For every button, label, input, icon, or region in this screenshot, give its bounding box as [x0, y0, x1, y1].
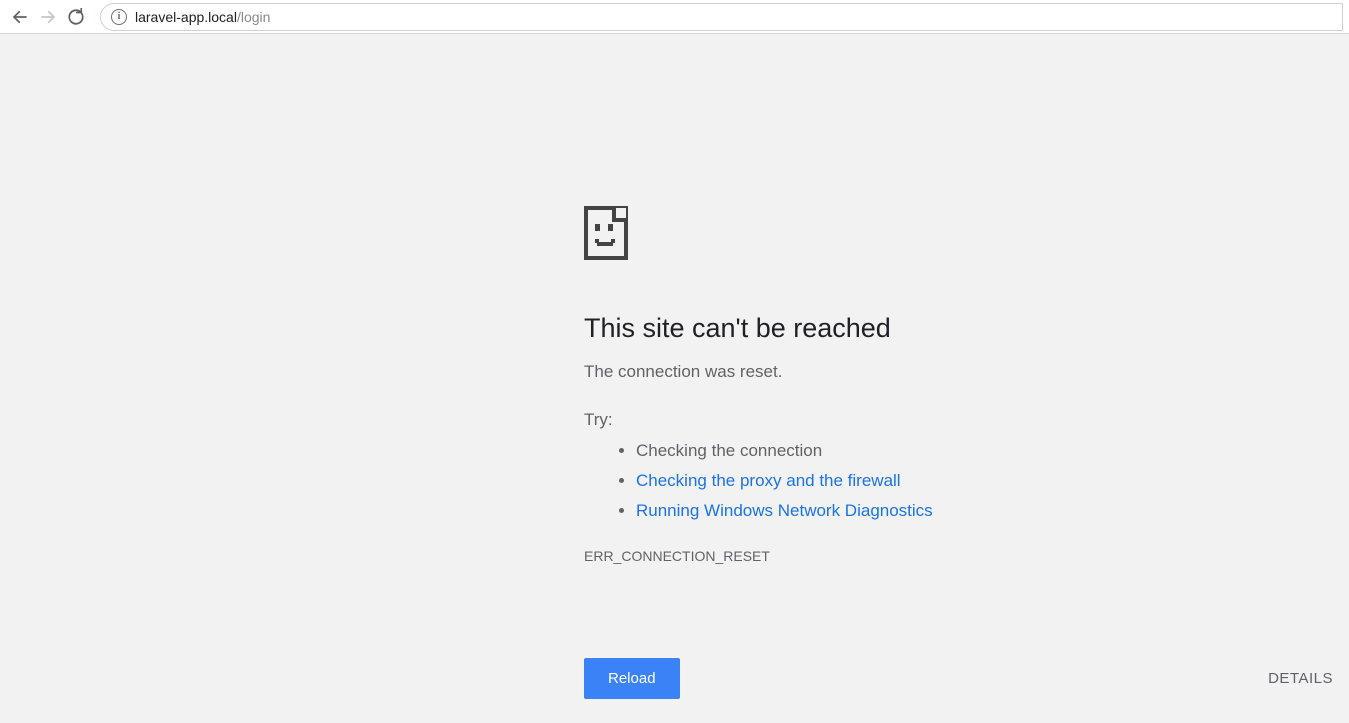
error-page: This site can't be reached The connectio… — [0, 34, 1349, 564]
suggestion-check-connection: Checking the connection — [636, 436, 1349, 466]
error-code: ERR_CONNECTION_RESET — [584, 548, 1349, 564]
error-actions: Reload DETAILS — [584, 658, 1333, 699]
suggestion-check-proxy-firewall[interactable]: Checking the proxy and the firewall — [636, 466, 1349, 496]
suggestion-run-diagnostics[interactable]: Running Windows Network Diagnostics — [636, 496, 1349, 526]
arrow-left-icon — [11, 8, 29, 26]
url-host: laravel-app.local — [135, 9, 237, 25]
suggestion-list: Checking the connection Checking the pro… — [584, 436, 1349, 526]
browser-toolbar: i laravel-app.local/login — [0, 0, 1349, 34]
reload-button[interactable]: Reload — [584, 658, 680, 699]
forward-button — [34, 3, 62, 31]
arrow-right-icon — [39, 8, 57, 26]
error-message: The connection was reset. — [584, 362, 1349, 382]
reload-nav-button[interactable] — [62, 3, 90, 31]
site-info-icon[interactable]: i — [111, 9, 127, 25]
error-title: This site can't be reached — [584, 313, 1349, 344]
sad-page-icon — [584, 206, 1349, 265]
details-button[interactable]: DETAILS — [1268, 670, 1333, 687]
reload-icon — [67, 8, 85, 26]
try-label: Try: — [584, 410, 1349, 430]
address-bar[interactable]: i laravel-app.local/login — [100, 3, 1343, 31]
back-button[interactable] — [6, 3, 34, 31]
url-path: /login — [237, 9, 270, 25]
